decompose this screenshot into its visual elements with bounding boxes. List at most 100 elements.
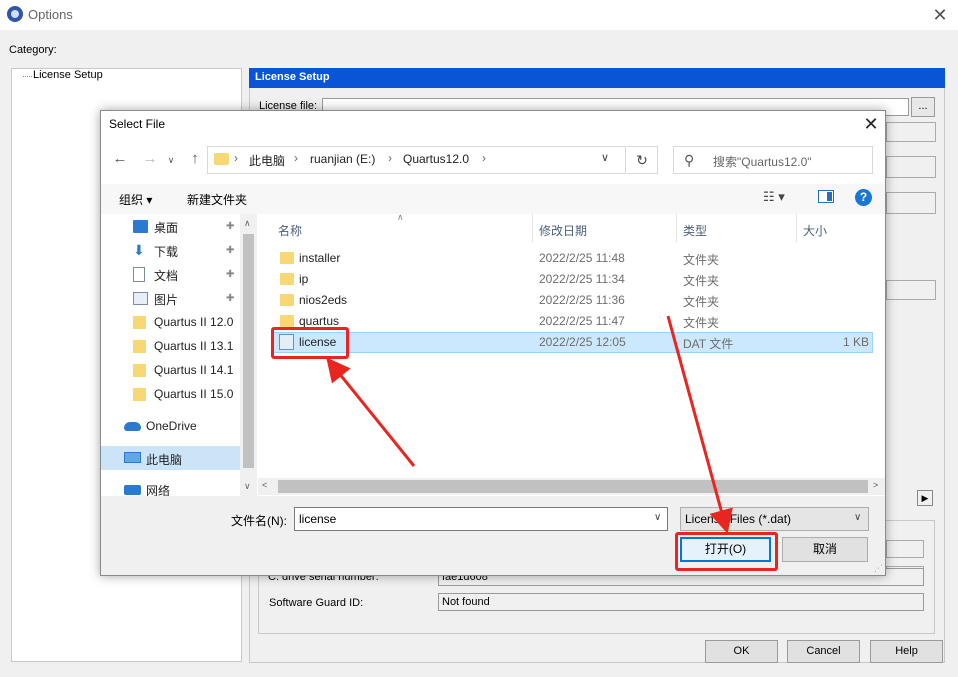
pin-icon: ✚ (226, 293, 235, 304)
document-icon (133, 267, 145, 282)
refresh-icon[interactable]: ↻ (627, 146, 658, 174)
column-header-type[interactable]: 类型 (683, 222, 707, 239)
address-dropdown-chevron-icon[interactable]: ∨ (601, 151, 609, 164)
computer-icon (124, 452, 141, 463)
app-icon (7, 6, 23, 22)
breadcrumb-drive[interactable]: ruanjian (E:) (310, 152, 375, 166)
column-divider[interactable] (532, 214, 533, 242)
background-button (886, 156, 936, 178)
options-titlebar (0, 0, 958, 30)
dialog-title: Select File (109, 117, 166, 131)
folder-icon (133, 364, 146, 377)
annotation-highlight-open (675, 532, 778, 571)
column-header-size[interactable]: 大小 (803, 222, 827, 239)
scroll-right-chevron-icon[interactable]: > (873, 480, 878, 490)
software-guard-label: Software Guard ID: (269, 597, 364, 609)
file-size: 1 KB (842, 335, 869, 349)
file-date: 2022/2/25 11:36 (539, 293, 625, 307)
nav-item-onedrive[interactable]: OneDrive (146, 419, 197, 433)
column-header-date[interactable]: 修改日期 (539, 222, 587, 239)
forward-arrow-icon[interactable]: → (140, 150, 160, 167)
back-arrow-icon[interactable]: ← (110, 150, 130, 167)
file-name[interactable]: quartus (299, 314, 339, 328)
file-type: 文件夹 (683, 253, 720, 267)
folder-icon (133, 316, 146, 329)
hscroll-thumb[interactable] (278, 480, 868, 493)
panel-header: License Setup (249, 68, 945, 88)
nav-item-downloads[interactable]: 下载 (154, 243, 178, 260)
help-icon[interactable]: ? (855, 189, 872, 206)
breadcrumb-this-pc[interactable]: 此电脑 (249, 152, 285, 169)
scroll-left-chevron-icon[interactable]: < (262, 480, 267, 490)
view-options-icon[interactable]: ☷ ▾ (763, 189, 785, 205)
nav-item-quartus-12[interactable]: Quartus II 12.0 (154, 315, 233, 329)
pin-icon: ✚ (226, 269, 235, 280)
nav-item-pictures[interactable]: 图片 (154, 291, 178, 308)
folder-icon (214, 153, 229, 165)
sort-ascending-icon: ∧ (397, 212, 404, 222)
column-divider[interactable] (796, 214, 797, 242)
options-window-title: Options (28, 7, 73, 22)
column-divider[interactable] (676, 214, 677, 242)
folder-icon (280, 315, 294, 327)
folder-icon (280, 273, 294, 285)
dialog-close-button[interactable]: ✕ (860, 114, 882, 134)
scroll-up-chevron-icon[interactable]: ∧ (244, 218, 251, 229)
network-icon (124, 485, 141, 495)
browse-button[interactable]: ... (911, 97, 935, 117)
folder-icon (133, 388, 146, 401)
folder-icon (280, 294, 294, 306)
column-header-name[interactable]: 名称 (278, 222, 302, 239)
breadcrumb-separator: › (234, 151, 238, 165)
background-field (886, 122, 936, 142)
ok-button[interactable]: OK (705, 640, 778, 663)
tree-item-license-setup[interactable]: License Setup (33, 69, 103, 81)
desktop-icon (133, 220, 148, 233)
file-type: 文件夹 (683, 295, 720, 309)
nav-item-quartus-15[interactable]: Quartus II 15.0 (154, 387, 233, 401)
scroll-down-chevron-icon[interactable]: ∨ (244, 481, 251, 492)
file-name[interactable]: nios2eds (299, 293, 347, 307)
filename-dropdown-chevron-icon[interactable]: ∨ (654, 512, 661, 523)
background-field (886, 280, 936, 300)
organize-button[interactable]: 组织 ▾ (119, 191, 152, 208)
cancel-button[interactable]: Cancel (787, 640, 860, 663)
search-icon: ⚲ (684, 152, 695, 168)
pin-icon: ✚ (226, 245, 235, 256)
folder-icon (133, 340, 146, 353)
new-folder-button[interactable]: 新建文件夹 (187, 191, 247, 208)
file-date: 2022/2/25 11:47 (539, 314, 625, 328)
breadcrumb-separator: › (294, 151, 298, 165)
resize-grip-icon[interactable]: ⋰ (874, 563, 883, 574)
file-date: 2022/2/25 11:34 (539, 272, 625, 286)
cloud-icon (124, 422, 141, 431)
breadcrumb-folder[interactable]: Quartus12.0 (403, 152, 469, 166)
file-name[interactable]: installer (299, 251, 340, 265)
filetype-select[interactable]: License Files (*.dat) (680, 507, 869, 531)
nav-item-documents[interactable]: 文档 (154, 267, 178, 284)
folder-icon (280, 252, 294, 264)
filename-input[interactable]: license (294, 507, 668, 531)
recent-locations-chevron-icon[interactable]: ∨ (164, 155, 178, 166)
tree-connector (23, 76, 32, 77)
nav-item-desktop[interactable]: 桌面 (154, 219, 178, 236)
file-type: 文件夹 (683, 274, 720, 288)
software-guard-value: Not found (438, 593, 924, 611)
pin-icon: ✚ (226, 221, 235, 232)
preview-pane-icon[interactable] (818, 190, 834, 203)
options-close-button[interactable]: ✕ (930, 5, 950, 25)
up-arrow-icon[interactable]: ↑ (185, 150, 205, 167)
background-field (886, 540, 924, 558)
nav-scroll-thumb[interactable] (243, 234, 254, 468)
help-button[interactable]: Help (870, 640, 943, 663)
background-button (886, 192, 936, 214)
dialog-cancel-button[interactable]: 取消 (782, 537, 868, 562)
picture-icon (133, 292, 148, 305)
filetype-chevron-icon[interactable]: ∨ (854, 512, 861, 523)
nav-item-quartus-13[interactable]: Quartus II 13.1 (154, 339, 233, 353)
nav-item-quartus-14[interactable]: Quartus II 14.1 (154, 363, 233, 377)
nav-item-this-pc[interactable]: 此电脑 (146, 451, 182, 468)
scroll-right-arrow-icon[interactable]: ▶ (917, 490, 933, 506)
file-name[interactable]: ip (299, 272, 308, 286)
file-type: 文件夹 (683, 316, 720, 330)
